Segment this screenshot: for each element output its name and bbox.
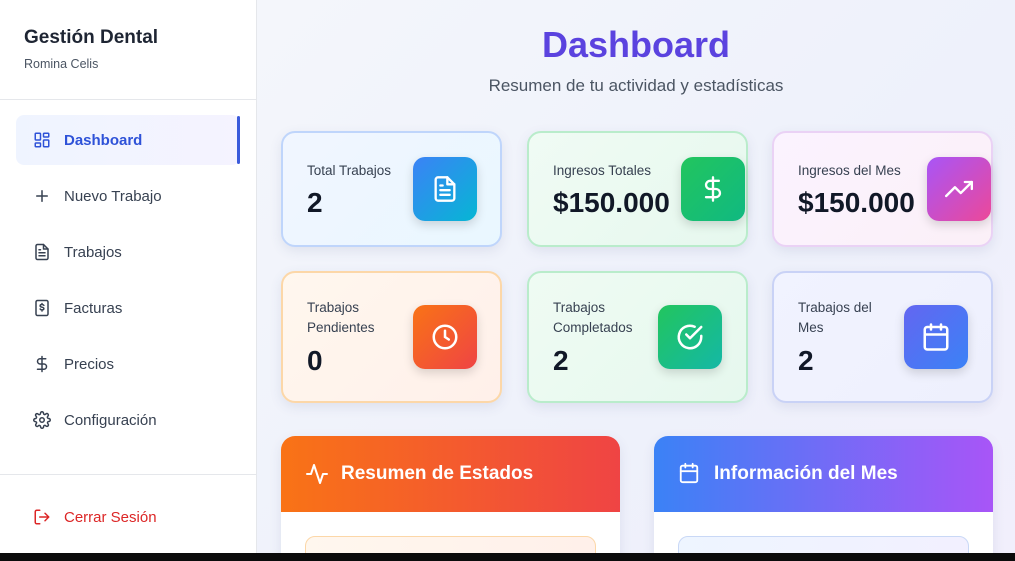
sidebar-item-nuevo-trabajo[interactable]: Nuevo Trabajo (16, 171, 240, 221)
sidebar-item-label: Precios (64, 355, 115, 373)
logout-section: Cerrar Sesión (0, 474, 256, 541)
stat-value: 2 (307, 187, 323, 218)
stat-label: Trabajos Pendientes (307, 300, 375, 335)
brand-title: Gestión Dental (24, 27, 159, 48)
stat-card-trabajos-pendientes: Trabajos Pendientes 0 (281, 271, 502, 403)
stat-label: Trabajos del Mes (798, 300, 872, 335)
sidebar-item-label: Dashboard (64, 131, 143, 149)
stat-card-ingresos-totales: Ingresos Totales $150.000 (527, 131, 748, 247)
app-window: Gestión Dental Romina Celis Dashboard Nu… (0, 0, 1015, 553)
sidebar-item-facturas[interactable]: Facturas (16, 283, 240, 333)
activity-icon (305, 462, 329, 486)
stat-label: Trabajos Completados (553, 300, 633, 335)
month-info-box (678, 536, 969, 553)
panel-title: Información del Mes (714, 463, 898, 484)
gear-icon (33, 411, 51, 429)
sidebar-item-configuracion[interactable]: Configuración (16, 395, 240, 445)
plus-icon (33, 187, 51, 205)
calendar-icon (904, 305, 968, 369)
stat-label: Ingresos Totales (553, 163, 652, 178)
dollar-icon (681, 157, 745, 221)
logout-label: Cerrar Sesión (64, 508, 157, 526)
sidebar-item-label: Nuevo Trabajo (64, 187, 162, 205)
status-summary-box (305, 536, 596, 553)
sidebar-item-precios[interactable]: Precios (16, 339, 240, 389)
sidebar-item-trabajos[interactable]: Trabajos (16, 227, 240, 277)
trending-up-icon (927, 157, 991, 221)
panel-informacion-mes: Información del Mes (654, 436, 993, 553)
sidebar: Gestión Dental Romina Celis Dashboard Nu… (0, 0, 257, 553)
invoice-dollar-icon (33, 299, 51, 317)
panel-header: Resumen de Estados (281, 436, 620, 512)
stat-card-ingresos-mes: Ingresos del Mes $150.000 (772, 131, 993, 247)
dollar-icon (33, 355, 51, 373)
stat-value: 2 (553, 345, 569, 376)
sidebar-item-label: Configuración (64, 411, 157, 429)
check-circle-icon (658, 305, 722, 369)
stat-card-trabajos-completados: Trabajos Completados 2 (527, 271, 748, 403)
stat-card-trabajos-mes: Trabajos del Mes 2 (772, 271, 993, 403)
sidebar-item-label: Facturas (64, 299, 123, 317)
panel-header: Información del Mes (654, 436, 993, 512)
main-content: Dashboard Resumen de tu actividad y esta… (257, 0, 1015, 553)
stat-label: Total Trabajos (307, 163, 392, 178)
stat-value: 0 (307, 345, 323, 376)
stat-value: $150.000 (798, 187, 915, 218)
stat-card-total-trabajos: Total Trabajos 2 (281, 131, 502, 247)
sidebar-item-label: Trabajos (64, 243, 122, 261)
clock-icon (413, 305, 477, 369)
sidebar-nav: Dashboard Nuevo Trabajo Trabajos Factura… (0, 100, 256, 445)
brand-header: Gestión Dental Romina Celis (0, 0, 256, 100)
stat-label: Ingresos del Mes (798, 163, 901, 178)
calendar-icon (678, 462, 702, 486)
page-title: Dashboard (541, 24, 731, 65)
sidebar-item-dashboard[interactable]: Dashboard (16, 115, 240, 165)
file-text-icon (413, 157, 477, 221)
screen-bottom-edge (0, 553, 1015, 561)
logout-button[interactable]: Cerrar Sesión (16, 493, 240, 541)
panel-title: Resumen de Estados (341, 463, 534, 484)
stat-value: $150.000 (553, 187, 670, 218)
panel-resumen-estados: Resumen de Estados (281, 436, 620, 553)
logout-icon (33, 508, 51, 526)
page-subtitle: Resumen de tu actividad y estadísticas (488, 76, 784, 95)
dashboard-grid-icon (33, 131, 51, 149)
stat-value: 2 (798, 345, 814, 376)
user-name: Romina Celis (24, 57, 99, 71)
document-icon (33, 243, 51, 261)
